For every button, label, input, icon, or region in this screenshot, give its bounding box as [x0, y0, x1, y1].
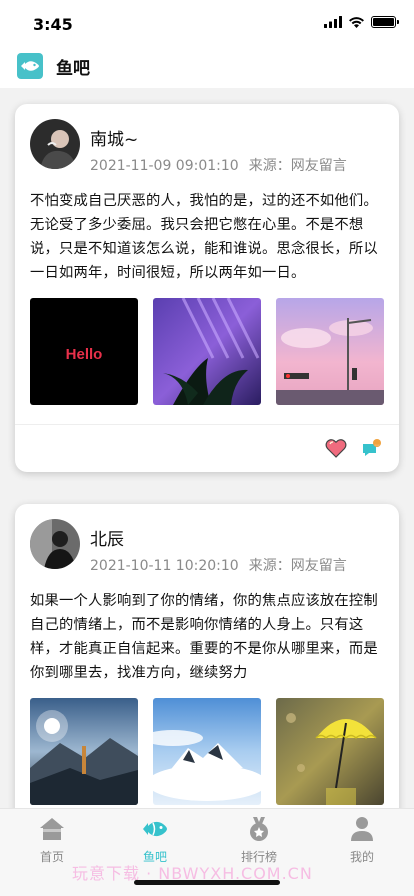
post-text: 不怕变成自己厌恶的人，我怕的是，过的还不如他们。无论受了多少委屈。我只会把它憋在… [30, 193, 378, 281]
post-image[interactable]: Hello [30, 298, 138, 405]
tab-label: 我的 [349, 850, 374, 864]
home-indicator[interactable] [134, 880, 280, 885]
post-images [15, 698, 399, 805]
tab-home[interactable]: 首页 [22, 815, 82, 865]
wifi-icon [349, 17, 364, 28]
tab-profile[interactable]: 我的 [332, 815, 392, 865]
post-text: 如果一个人影响到了你的情绪，你的焦点应该放在控制自己的情绪上，而不是影响你情绪的… [30, 593, 378, 681]
post-card[interactable]: 南城~ 2021-11-09 09:01:10 来源：网友留言 不怕变成自己厌恶的… [15, 104, 399, 472]
avatar[interactable] [30, 119, 80, 169]
post-meta: 2021-11-09 09:01:10 来源：网友留言 [90, 155, 347, 175]
app-header: 鱼吧 [0, 44, 414, 88]
home-icon [40, 818, 64, 840]
signal-icon [324, 16, 342, 28]
post-image[interactable] [276, 698, 384, 805]
page-title: 鱼吧 [56, 58, 90, 79]
post-author[interactable]: 北辰 [90, 525, 347, 550]
tab-ranking[interactable]: 排行榜 [229, 815, 289, 865]
image-caption: Hello [66, 346, 103, 363]
comment-icon[interactable]: … [361, 438, 383, 458]
post-author[interactable]: 南城~ [90, 125, 347, 150]
post-source: 来源：网友留言 [248, 158, 347, 174]
status-time: 3:45 [33, 15, 73, 34]
heart-icon[interactable] [325, 438, 347, 458]
battery-icon [371, 16, 399, 28]
post-datetime: 2021-11-09 09:01:10 [90, 158, 239, 174]
post-datetime: 2021-10-11 10:20:10 [90, 558, 239, 574]
status-icons [324, 16, 399, 28]
tab-fish[interactable]: 鱼吧 [125, 815, 185, 865]
fish-logo-icon [17, 53, 43, 79]
post-header: 南城~ 2021-11-09 09:01:10 来源：网友留言 [15, 104, 399, 175]
post-images: Hello [15, 298, 399, 405]
post-actions: … [15, 424, 399, 472]
post-image[interactable] [30, 698, 138, 805]
post-image[interactable] [153, 298, 261, 405]
post-source: 来源：网友留言 [248, 558, 347, 574]
post-card[interactable]: 北辰 2021-10-11 10:20:10 来源：网友留言 如果一个人影响到了你… [15, 504, 399, 808]
post-meta: 2021-10-11 10:20:10 来源：网友留言 [90, 555, 347, 575]
status-bar: 3:45 [0, 0, 414, 44]
post-header: 北辰 2021-10-11 10:20:10 来源：网友留言 [15, 504, 399, 575]
svg-text:…: … [374, 442, 380, 448]
medal-icon [250, 817, 268, 841]
post-feed[interactable]: 南城~ 2021-11-09 09:01:10 来源：网友留言 不怕变成自己厌恶的… [0, 88, 414, 808]
post-image[interactable] [276, 298, 384, 405]
fish-icon [143, 821, 167, 837]
user-icon [351, 817, 373, 841]
post-image[interactable] [153, 698, 261, 805]
avatar[interactable] [30, 519, 80, 569]
